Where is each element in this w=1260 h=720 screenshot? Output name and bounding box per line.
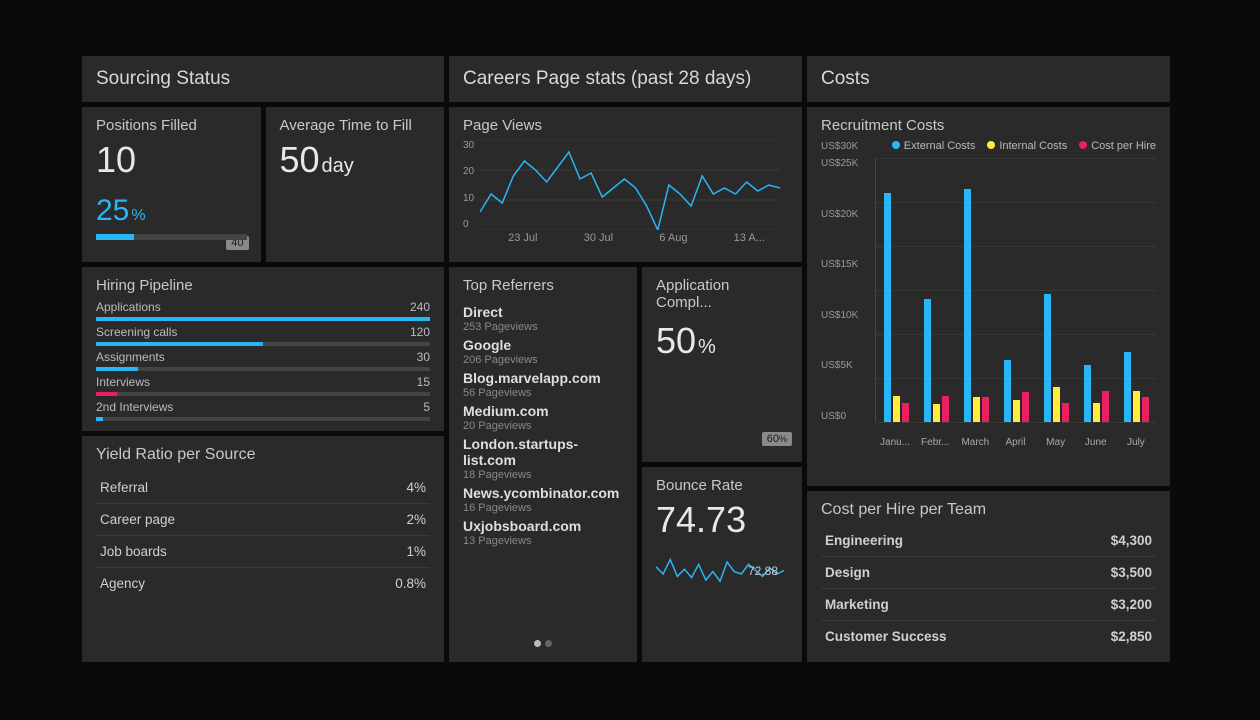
application-completion-card: Application Compl... 50% 60% xyxy=(642,267,802,462)
positions-filled-card: Positions Filled 10 25% 40 xyxy=(82,107,261,262)
top-referrers-card: Top Referrers Direct253 Pageviews Google2… xyxy=(449,267,637,662)
hiring-pipeline-card: Hiring Pipeline Applications240 Screening… xyxy=(82,267,444,431)
cost-per-hire-team-card: Cost per Hire per Team Engineering$4,300… xyxy=(807,491,1170,662)
recruitment-chart: US$25KUS$20KUS$15KUS$10KUS$5KUS$0 Janu..… xyxy=(821,158,1156,448)
bounce-rate-title: Bounce Rate xyxy=(656,477,788,494)
careers-column: Careers Page stats (past 28 days) Page V… xyxy=(449,56,802,662)
pipeline-row: Applications240 xyxy=(96,300,430,314)
hiring-pipeline-title: Hiring Pipeline xyxy=(96,277,430,294)
page-views-title: Page Views xyxy=(463,117,788,134)
recruitment-legend: External CostsInternal CostsCost per Hir… xyxy=(892,140,1156,152)
referrer-item: News.ycombinator.com16 Pageviews xyxy=(463,485,623,514)
pipeline-row: Screening calls120 xyxy=(96,325,430,339)
sourcing-column: Sourcing Status Positions Filled 10 25% … xyxy=(82,56,444,662)
positions-filled-value: 10 xyxy=(96,140,247,180)
application-completion-value: 50% xyxy=(656,321,788,361)
cph-team-row: Design$3,500 xyxy=(821,557,1156,589)
top-referrers-title: Top Referrers xyxy=(463,277,623,294)
positions-filled-progress xyxy=(96,234,247,240)
bounce-rate-value: 74.73 xyxy=(656,500,788,540)
careers-title: Careers Page stats (past 28 days) xyxy=(463,68,788,90)
referrers-pager[interactable] xyxy=(463,634,623,652)
avg-time-value: 50day xyxy=(280,140,431,180)
costs-header: Costs xyxy=(807,56,1170,102)
referrer-item: Uxjobsboard.com13 Pageviews xyxy=(463,518,623,547)
referrer-item: Medium.com20 Pageviews xyxy=(463,403,623,432)
page-views-card: Page Views 3020100 23 Jul30 Jul6 Aug13 A… xyxy=(449,107,802,262)
application-completion-title: Application Compl... xyxy=(656,277,788,311)
positions-filled-pct: 25% xyxy=(96,194,247,228)
page-views-chart xyxy=(480,140,780,230)
sourcing-title: Sourcing Status xyxy=(96,68,430,90)
recruitment-costs-card: Recruitment Costs US$30K External CostsI… xyxy=(807,107,1170,486)
sourcing-header: Sourcing Status xyxy=(82,56,444,102)
application-completion-badge: 60% xyxy=(762,432,792,446)
costs-column: Costs Recruitment Costs US$30K External … xyxy=(807,56,1170,662)
yield-row: Referral4% xyxy=(96,472,430,504)
pipeline-row: 2nd Interviews5 xyxy=(96,400,430,414)
cph-team-title: Cost per Hire per Team xyxy=(821,501,1156,519)
cph-team-row: Engineering$4,300 xyxy=(821,525,1156,557)
avg-time-card: Average Time to Fill 50day xyxy=(266,107,445,262)
careers-header: Careers Page stats (past 28 days) xyxy=(449,56,802,102)
cph-team-row: Customer Success$2,850 xyxy=(821,621,1156,652)
yield-row: Job boards1% xyxy=(96,536,430,568)
avg-time-label: Average Time to Fill xyxy=(280,117,431,134)
referrer-item: Blog.marvelapp.com56 Pageviews xyxy=(463,370,623,399)
recruitment-costs-title: Recruitment Costs xyxy=(821,117,1156,134)
bounce-rate-last: 72.88 xyxy=(748,564,778,578)
bounce-rate-card: Bounce Rate 74.73 72.88 xyxy=(642,467,802,662)
pipeline-row: Interviews15 xyxy=(96,375,430,389)
positions-filled-label: Positions Filled xyxy=(96,117,247,134)
referrer-item: Google206 Pageviews xyxy=(463,337,623,366)
pipeline-row: Assignments30 xyxy=(96,350,430,364)
yield-row: Career page2% xyxy=(96,504,430,536)
referrer-item: Direct253 Pageviews xyxy=(463,304,623,333)
cph-team-row: Marketing$3,200 xyxy=(821,589,1156,621)
yield-row: Agency0.8% xyxy=(96,568,430,599)
yield-ratio-title: Yield Ratio per Source xyxy=(96,446,430,464)
costs-title: Costs xyxy=(821,68,1156,90)
referrer-item: London.startups-list.com18 Pageviews xyxy=(463,436,623,481)
yield-ratio-card: Yield Ratio per Source Referral4%Career … xyxy=(82,436,444,662)
